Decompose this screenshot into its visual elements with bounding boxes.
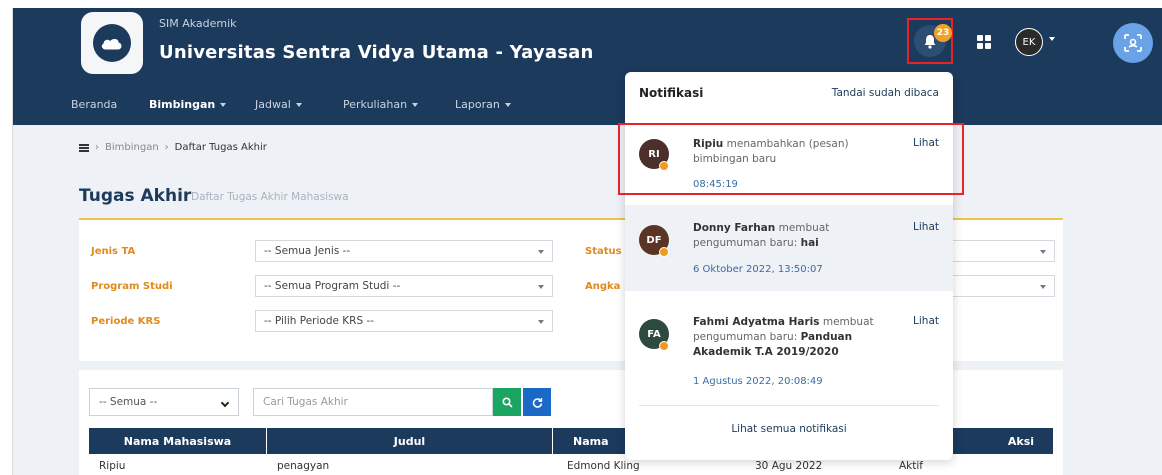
chevron-down-icon [538,250,544,254]
notification-button-highlight[interactable]: 23 [907,18,953,64]
app-window: SIM Akademik Universitas Sentra Vidya Ut… [12,8,1162,475]
notification-sender: Donny Farhan [693,222,776,234]
chevron-down-icon [1040,285,1046,289]
periode-krs-select[interactable]: -- Pilih Periode KRS -- [255,310,553,332]
status-label: Status [585,246,622,257]
app-subtitle: SIM Akademik [159,17,237,30]
cloud-icon [93,24,131,62]
angkatan-label: Angka [585,281,621,292]
chevron-down-icon[interactable] [1049,37,1055,41]
chevron-down-icon [220,398,230,408]
view-all-notifications-link[interactable]: Lihat semua notifikasi [625,423,953,435]
column-header: Aksi [1007,434,1035,448]
app-title: Universitas Sentra Vidya Utama - Yayasan [159,42,594,63]
search-icon [501,396,513,408]
nav-item-jadwal[interactable]: Jadwal [255,98,302,111]
status-dot [659,341,669,351]
column-header[interactable]: Judul [267,428,553,454]
page-title: Tugas Akhir [79,186,192,206]
jenis-ta-label: Jenis TA [91,246,136,257]
status-filter-select[interactable]: -- Semua -- [89,388,239,416]
status-dot [659,247,669,257]
periode-krs-label: Periode KRS [91,316,161,327]
chevron-down-icon [538,320,544,324]
menu-icon[interactable] [79,143,89,152]
column-header[interactable]: Nama Mahasiswa [89,428,267,454]
nav-item-perkuliahan[interactable]: Perkuliahan [343,98,419,111]
chevron-down-icon [504,103,511,107]
divider [639,405,939,406]
view-notification-link[interactable]: Lihat [913,315,939,327]
app-logo[interactable] [81,12,143,74]
highlight-box [618,123,964,195]
scan-button[interactable] [1113,23,1153,63]
jenis-ta-select[interactable]: -- Semua Jenis -- [255,240,553,262]
nav-item-laporan[interactable]: Laporan [455,98,511,111]
search-input[interactable]: Cari Tugas Akhir [253,388,493,416]
cell-judul: penagyan [277,460,330,472]
notification-time: 1 Agustus 2022, 20:08:49 [693,376,823,387]
cell-nama: Ripiu [99,460,126,472]
program-studi-select[interactable]: -- Semua Program Studi -- [255,275,553,297]
notification-panel-title: Notifikasi [639,86,704,100]
notification-button[interactable]: 23 [914,24,952,57]
user-avatar[interactable]: EK [1015,28,1043,56]
refresh-icon [532,397,542,408]
chevron-down-icon [412,103,419,107]
scan-icon [1124,34,1142,52]
chevron-down-icon [295,103,302,107]
mark-all-read-link[interactable]: Tandai sudah dibaca [832,87,939,99]
apps-grid-icon[interactable] [977,35,991,49]
notification-item[interactable]: DF Donny Farhan membuat pengumuman baru:… [625,205,953,291]
cell-tanggal: 30 Agu 2022 [755,460,823,472]
nav-item-beranda[interactable]: Beranda [71,98,117,111]
program-studi-label: Program Studi [91,281,173,292]
top-bar: SIM Akademik Universitas Sentra Vidya Ut… [13,8,1162,125]
nav-item-bimbingan[interactable]: Bimbingan [149,98,227,111]
chevron-down-icon [1040,250,1046,254]
refresh-button[interactable] [523,388,551,416]
search-button[interactable] [493,388,521,416]
breadcrumb-current: Daftar Tugas Akhir [174,142,267,153]
breadcrumb: › Bimbingan › Daftar Tugas Akhir [79,142,267,153]
chevron-down-icon [220,103,227,107]
notification-time: 6 Oktober 2022, 13:50:07 [693,264,823,275]
angkatan-select[interactable] [949,275,1055,297]
page-subtitle: Daftar Tugas Akhir Mahasiswa [191,191,349,203]
notification-sender: Fahmi Adyatma Haris [693,316,820,328]
notification-item[interactable]: FA Fahmi Adyatma Haris membuat pengumuma… [625,300,953,400]
notification-subject: hai [800,237,819,249]
view-notification-link[interactable]: Lihat [913,221,939,233]
status-select[interactable] [949,240,1055,262]
notification-count-badge: 23 [934,24,952,42]
breadcrumb-item[interactable]: Bimbingan [105,142,159,153]
chevron-down-icon [538,285,544,289]
cell-status: Aktif [899,460,923,472]
cell-pembimbing: Edmond Kling [567,460,640,472]
